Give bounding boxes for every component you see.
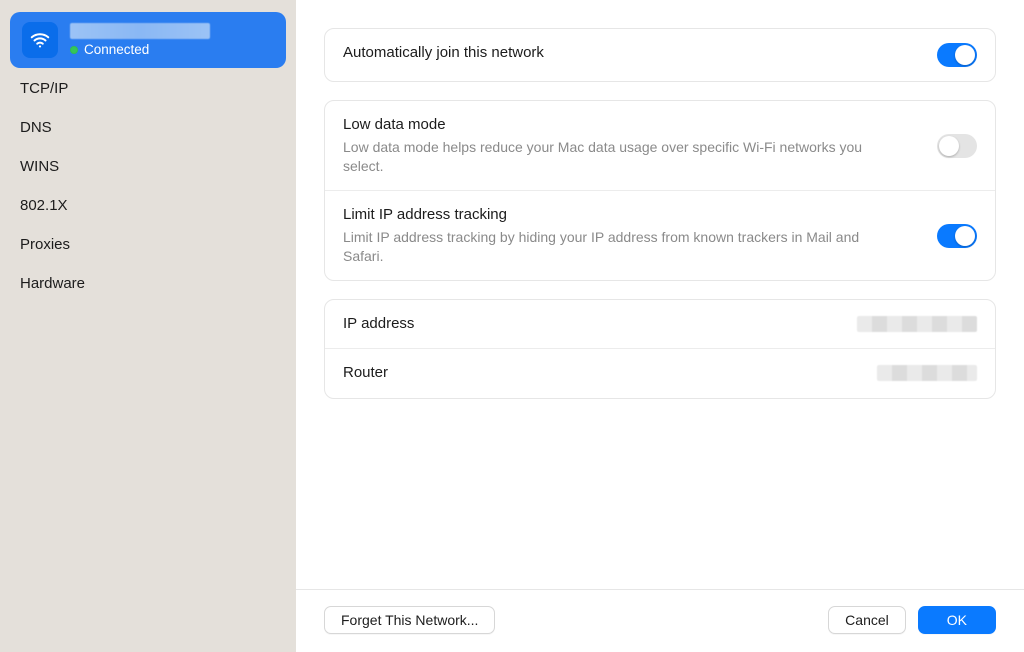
auto-join-toggle[interactable] (937, 43, 977, 67)
footer-bar: Forget This Network... Cancel OK (296, 589, 1024, 652)
router-label: Router (343, 363, 388, 383)
limit-ip-toggle[interactable] (937, 224, 977, 248)
main-panel: Automatically join this network Low data… (296, 0, 1024, 652)
sidebar-item-8021x[interactable]: 802.1X (10, 187, 286, 224)
wifi-network-name-redacted (70, 23, 210, 39)
limit-ip-desc: Limit IP address tracking by hiding your… (343, 228, 863, 266)
low-data-label: Low data mode (343, 115, 863, 135)
sidebar-item-wins[interactable]: WINS (10, 148, 286, 185)
sidebar-item-dns[interactable]: DNS (10, 109, 286, 146)
sidebar-item-hardware[interactable]: Hardware (10, 265, 286, 302)
card-privacy: Low data mode Low data mode helps reduce… (324, 100, 996, 281)
forget-network-button[interactable]: Forget This Network... (324, 606, 495, 634)
ip-address-value-redacted (857, 316, 977, 332)
wifi-summary[interactable]: Connected (10, 12, 286, 68)
auto-join-label: Automatically join this network (343, 43, 544, 63)
cancel-button[interactable]: Cancel (828, 606, 906, 634)
ok-button[interactable]: OK (918, 606, 996, 634)
sidebar: Connected TCP/IP DNS WINS 802.1X Proxies… (0, 0, 296, 652)
card-auto-join: Automatically join this network (324, 28, 996, 82)
sidebar-item-tcpip[interactable]: TCP/IP (10, 70, 286, 107)
wifi-icon (22, 22, 58, 58)
low-data-toggle[interactable] (937, 134, 977, 158)
card-address: IP address Router (324, 299, 996, 399)
low-data-desc: Low data mode helps reduce your Mac data… (343, 138, 863, 176)
router-value-redacted (877, 365, 977, 381)
limit-ip-label: Limit IP address tracking (343, 205, 863, 225)
status-dot-icon (70, 46, 78, 54)
ip-address-label: IP address (343, 314, 414, 334)
sidebar-item-proxies[interactable]: Proxies (10, 226, 286, 263)
wifi-status-text: Connected (84, 42, 149, 57)
